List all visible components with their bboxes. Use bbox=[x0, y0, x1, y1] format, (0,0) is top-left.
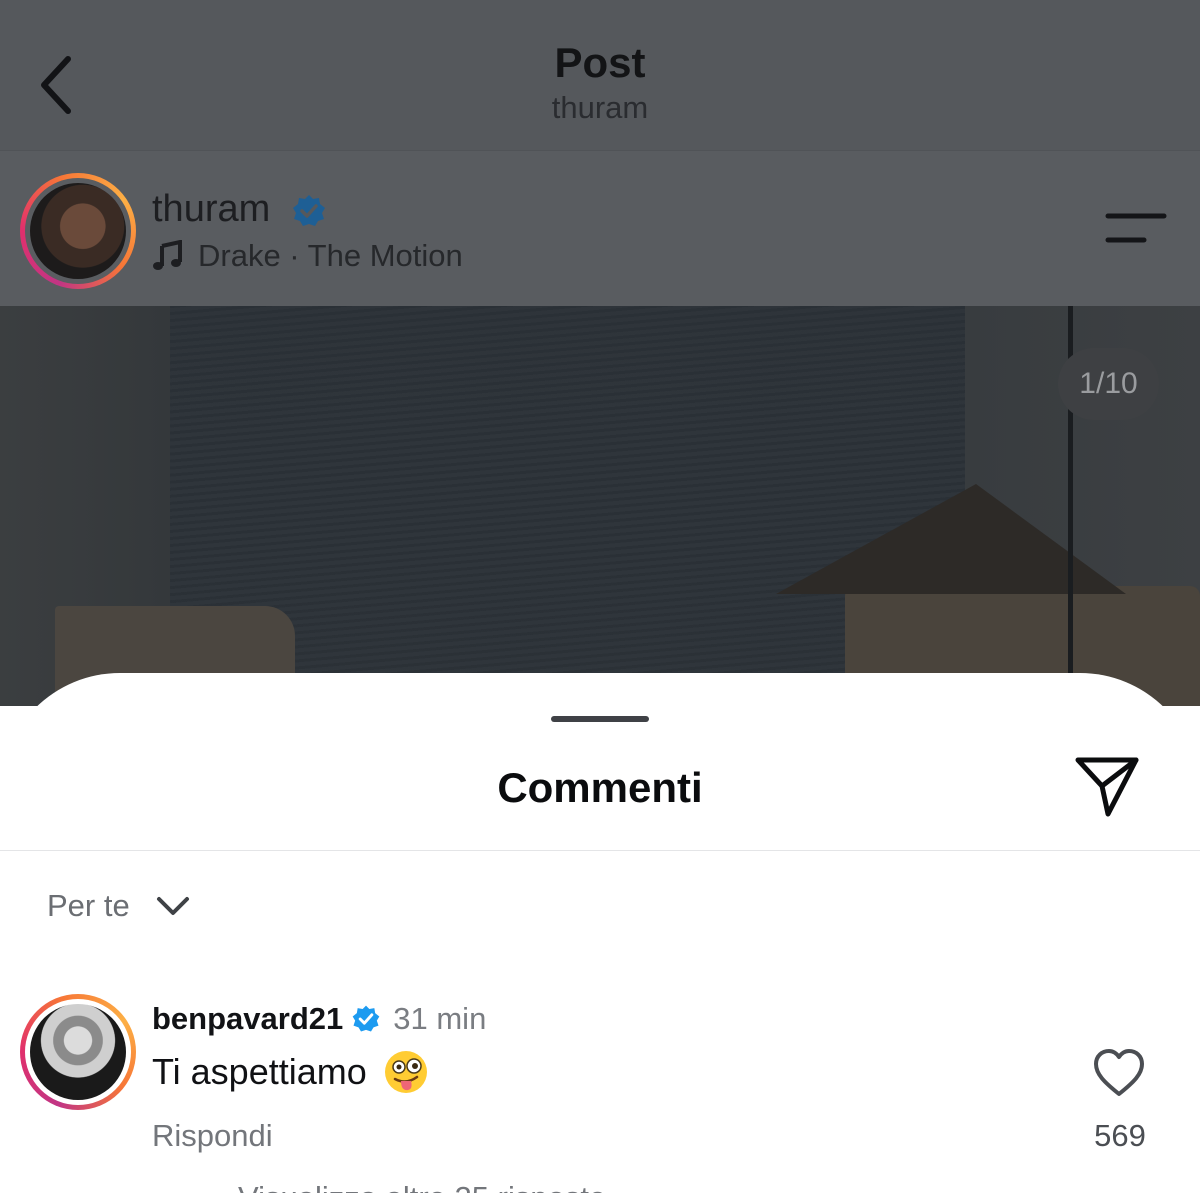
music-label: Drake · The Motion bbox=[198, 238, 463, 273]
verified-icon bbox=[352, 1005, 380, 1032]
post-author[interactable]: thuram bbox=[152, 186, 327, 232]
comment-text: Ti aspettiamo bbox=[152, 1048, 429, 1096]
like-count: 569 bbox=[1094, 1118, 1146, 1153]
page-title: Post bbox=[554, 39, 646, 86]
menu-icon bbox=[1105, 213, 1167, 243]
post-image[interactable] bbox=[0, 306, 1200, 706]
view-more-replies-label: Visualizza altre 25 risposte bbox=[238, 1178, 606, 1193]
sort-dropdown[interactable]: Per te bbox=[47, 888, 190, 924]
avatar-photo bbox=[30, 183, 126, 279]
commenter-avatar[interactable] bbox=[20, 994, 136, 1110]
commenter-username[interactable]: benpavard21 bbox=[152, 998, 343, 1040]
winking-face-with-tongue-icon bbox=[384, 1051, 427, 1093]
sheet-divider bbox=[0, 850, 1200, 851]
music-note-icon bbox=[153, 240, 182, 270]
comment-header: benpavard21 31 min bbox=[152, 998, 486, 1040]
reply-button[interactable]: Rispondi bbox=[152, 1115, 273, 1157]
image-counter: 1/10 bbox=[1058, 348, 1159, 420]
roof-shape bbox=[776, 484, 1126, 594]
verified-icon bbox=[292, 194, 325, 226]
page-subtitle: thuram bbox=[551, 90, 649, 125]
menu-button[interactable] bbox=[1102, 206, 1170, 250]
like-button[interactable] bbox=[1090, 1046, 1148, 1100]
post-author-avatar[interactable] bbox=[20, 173, 136, 289]
chevron-down-icon bbox=[156, 897, 189, 915]
sheet-grabber[interactable] bbox=[551, 716, 649, 722]
avatar-photo bbox=[30, 1004, 126, 1100]
share-button[interactable] bbox=[1072, 752, 1144, 820]
view-more-replies[interactable]: Visualizza altre 25 risposte bbox=[152, 1178, 606, 1193]
comment-body: Ti aspettiamo bbox=[152, 1051, 367, 1092]
sort-label: Per te bbox=[47, 888, 130, 923]
post-author-username[interactable]: thuram bbox=[152, 188, 270, 230]
send-icon bbox=[1075, 757, 1139, 817]
top-bar: Post thuram bbox=[0, 0, 1200, 150]
comments-title: Commenti bbox=[497, 764, 703, 811]
title-block: Post thuram bbox=[0, 38, 1200, 128]
heart-icon bbox=[1094, 1049, 1144, 1096]
music-info[interactable]: Drake · The Motion bbox=[152, 236, 463, 276]
comment-time: 31 min bbox=[393, 1001, 487, 1036]
